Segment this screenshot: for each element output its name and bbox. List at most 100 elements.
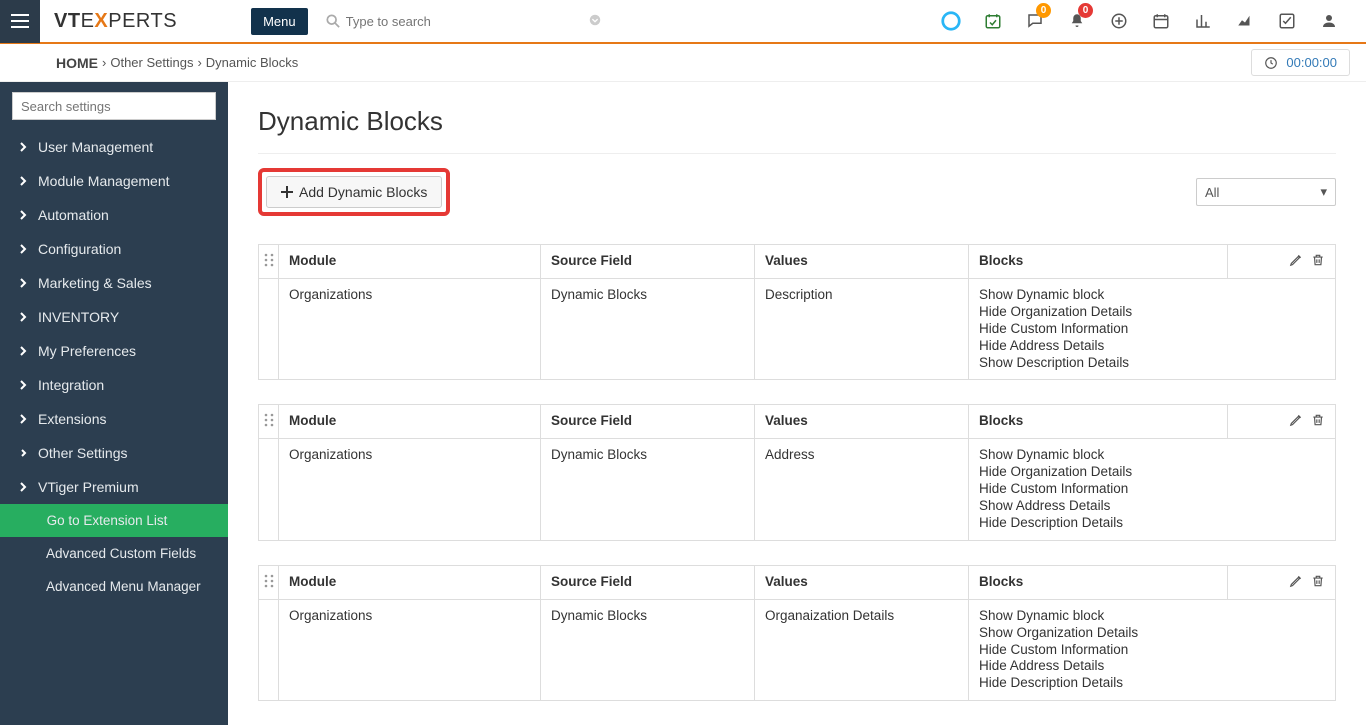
col-module: Module <box>279 565 541 599</box>
chevron-down-icon[interactable] <box>588 13 602 30</box>
breadcrumb-home[interactable]: HOME <box>56 55 98 71</box>
search-input[interactable] <box>318 7 608 35</box>
drag-handle[interactable] <box>259 565 279 599</box>
timer-widget[interactable]: 00:00:00 <box>1251 49 1350 76</box>
clock-icon <box>1264 56 1278 70</box>
col-blocks: Blocks <box>969 405 1228 439</box>
drag-handle[interactable] <box>259 599 279 700</box>
checkbox-icon[interactable] <box>1266 0 1308 43</box>
block-line: Show Address Details <box>979 498 1325 515</box>
app-switcher-icon[interactable] <box>930 0 972 43</box>
filter-select[interactable]: All ▾ <box>1196 178 1336 206</box>
col-blocks: Blocks <box>969 565 1228 599</box>
edit-icon[interactable] <box>1289 253 1303 267</box>
chevron-icon <box>18 241 28 257</box>
chevron-icon <box>18 479 28 495</box>
plus-icon <box>281 186 293 198</box>
cell-source-field: Dynamic Blocks <box>541 279 755 380</box>
sidebar-item-label: My Preferences <box>38 343 136 359</box>
breadcrumb-bar: HOME › Other Settings › Dynamic Blocks 0… <box>0 44 1366 82</box>
sidebar-item-label: Configuration <box>38 241 121 257</box>
sidebar-sub-item[interactable]: Advanced Menu Manager <box>0 570 228 603</box>
settings-search-input[interactable] <box>12 92 216 120</box>
add-button-label: Add Dynamic Blocks <box>299 184 427 200</box>
drag-handle[interactable] <box>259 405 279 439</box>
add-dynamic-block-button[interactable]: Add Dynamic Blocks <box>266 176 442 208</box>
sidebar-item[interactable]: Other Settings <box>0 436 228 470</box>
cell-module: Organizations <box>279 279 541 380</box>
chevron-icon <box>18 309 28 325</box>
cell-values: Address <box>755 439 969 540</box>
block-line: Hide Address Details <box>979 658 1325 675</box>
block-line: Hide Custom Information <box>979 481 1325 498</box>
sidebar-item[interactable]: Module Management <box>0 164 228 198</box>
chevron-right-icon: › <box>102 55 106 70</box>
bell-icon[interactable]: 0 <box>1056 0 1098 43</box>
block-line: Show Dynamic block <box>979 287 1325 304</box>
drag-handle[interactable] <box>259 439 279 540</box>
sidebar-item[interactable]: Integration <box>0 368 228 402</box>
cell-source-field: Dynamic Blocks <box>541 599 755 700</box>
sidebar-item[interactable]: Marketing & Sales <box>0 266 228 300</box>
sidebar-item[interactable]: Automation <box>0 198 228 232</box>
chevron-icon <box>18 377 28 393</box>
cell-module: Organizations <box>279 599 541 700</box>
calendar-icon[interactable] <box>1140 0 1182 43</box>
sidebar-item-label: Extensions <box>38 411 106 427</box>
row-actions <box>1228 245 1336 279</box>
breadcrumb-item: Dynamic Blocks <box>206 55 298 70</box>
block-line: Hide Address Details <box>979 338 1325 355</box>
global-search[interactable] <box>318 7 608 35</box>
block-line: Hide Description Details <box>979 675 1325 692</box>
sidebar-item[interactable]: Configuration <box>0 232 228 266</box>
row-actions <box>1228 565 1336 599</box>
block-line: Hide Organization Details <box>979 304 1325 321</box>
cell-blocks: Show Dynamic blockShow Organization Deta… <box>969 599 1336 700</box>
sidebar-item[interactable]: User Management <box>0 130 228 164</box>
trash-icon[interactable] <box>1311 574 1325 588</box>
col-values: Values <box>755 245 969 279</box>
chat-icon[interactable]: 0 <box>1014 0 1056 43</box>
col-values: Values <box>755 405 969 439</box>
user-icon[interactable] <box>1308 0 1350 43</box>
bar-chart-icon[interactable] <box>1182 0 1224 43</box>
drag-handle[interactable] <box>259 279 279 380</box>
edit-icon[interactable] <box>1289 413 1303 427</box>
sidebar-item-label: Other Settings <box>38 445 128 461</box>
trash-icon[interactable] <box>1311 253 1325 267</box>
edit-icon[interactable] <box>1289 574 1303 588</box>
col-source-field: Source Field <box>541 245 755 279</box>
sidebar-item[interactable]: INVENTORY <box>0 300 228 334</box>
block-line: Hide Organization Details <box>979 464 1325 481</box>
drag-handle[interactable] <box>259 245 279 279</box>
calendar-check-icon[interactable] <box>972 0 1014 43</box>
bell-badge: 0 <box>1078 3 1093 18</box>
sidebar-item-label: Integration <box>38 377 104 393</box>
chevron-icon <box>18 207 28 223</box>
hamburger-icon <box>11 14 29 28</box>
sidebar-sub-item[interactable]: Advanced Custom Fields <box>0 537 228 570</box>
chevron-right-icon: › <box>197 55 201 70</box>
sidebar-item[interactable]: VTiger Premium <box>0 470 228 504</box>
plus-circle-icon[interactable] <box>1098 0 1140 43</box>
block-line: Show Dynamic block <box>979 608 1325 625</box>
chevron-icon <box>18 411 28 427</box>
add-button-highlight: Add Dynamic Blocks <box>258 168 450 216</box>
top-bar: VTEXPERTS Menu 0 0 <box>0 0 1366 44</box>
app-logo[interactable]: VTEXPERTS <box>40 10 191 33</box>
menu-button[interactable]: Menu <box>251 8 308 35</box>
sidebar-item[interactable]: My Preferences <box>0 334 228 368</box>
chevron-icon <box>18 139 28 155</box>
sidebar-go-to-extension-list[interactable]: Go to Extension List <box>0 504 228 537</box>
hamburger-button[interactable] <box>0 0 40 43</box>
cell-values: Organaization Details <box>755 599 969 700</box>
block-line: Hide Custom Information <box>979 321 1325 338</box>
cell-blocks: Show Dynamic blockHide Organization Deta… <box>969 279 1336 380</box>
breadcrumb-item[interactable]: Other Settings <box>110 55 193 70</box>
cell-module: Organizations <box>279 439 541 540</box>
area-chart-icon[interactable] <box>1224 0 1266 43</box>
sidebar-item[interactable]: Extensions <box>0 402 228 436</box>
chevron-down-icon: ▾ <box>1320 184 1327 200</box>
col-module: Module <box>279 245 541 279</box>
trash-icon[interactable] <box>1311 413 1325 427</box>
